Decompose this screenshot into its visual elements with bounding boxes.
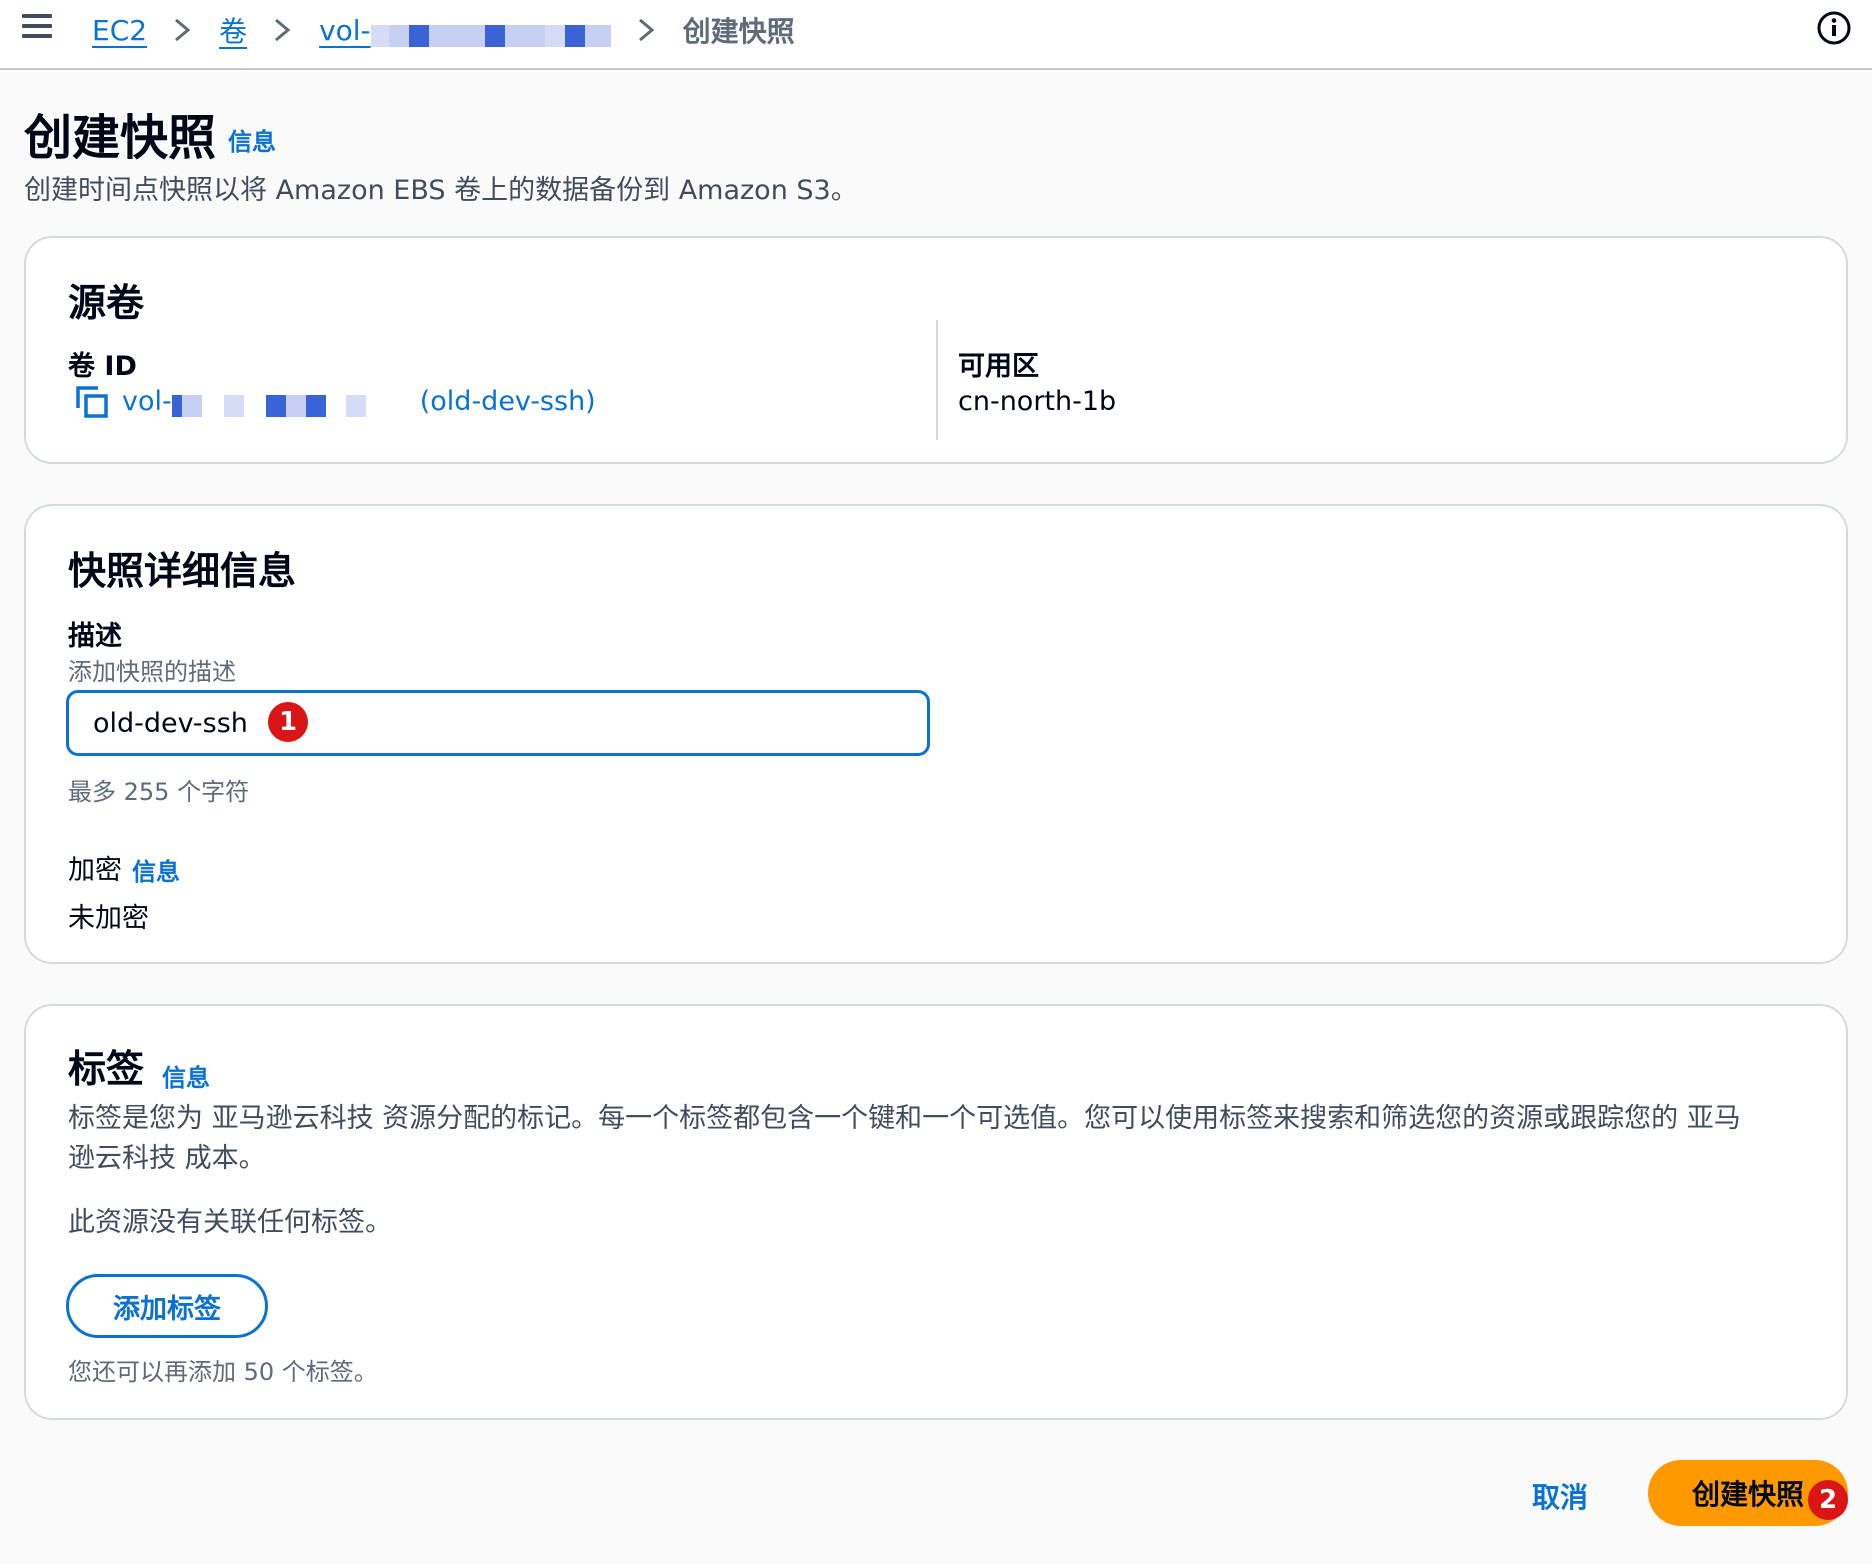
chevron-right-icon [175, 18, 191, 42]
annotation-badge-2: 2 [1808, 1480, 1848, 1520]
breadcrumb-volume-id[interactable]: vol- [319, 14, 611, 47]
page-title: 创建快照 [24, 110, 217, 166]
breadcrumb-current: 创建快照 [682, 15, 795, 48]
tags-empty-text: 此资源没有关联任何标签。 [68, 1207, 392, 1238]
add-tag-button[interactable]: 添加标签 [66, 1274, 268, 1338]
snapshot-details-title: 快照详细信息 [68, 549, 297, 593]
main-content: 创建快照 信息 创建时间点快照以将 Amazon EBS 卷上的数据备份到 Am… [0, 72, 1872, 1564]
volume-id-link[interactable]: vol- (old-dev-ssh) [122, 386, 596, 417]
cancel-button[interactable]: 取消 [1532, 1476, 1588, 1516]
source-volume-card: 源卷 卷 ID vol- (old-dev-ssh) 可用区 cn-north-… [24, 236, 1848, 464]
snapshot-details-card: 快照详细信息 描述 添加快照的描述 1 最多 255 个字符 加密 信息 未加密 [24, 504, 1848, 964]
tags-title: 标签 [68, 1047, 145, 1091]
top-navigation: EC2 卷 vol- 创建快照 [0, 0, 1872, 70]
encryption-info-link[interactable]: 信息 [132, 852, 180, 887]
description-hint: 添加快照的描述 [68, 658, 236, 686]
breadcrumb: EC2 卷 vol- 创建快照 [92, 10, 795, 50]
encryption-label: 加密 [68, 855, 122, 886]
description-input[interactable] [66, 690, 930, 756]
volume-name: (old-dev-ssh) [419, 386, 596, 417]
redacted-volume-id [370, 17, 611, 47]
breadcrumb-volume-prefix: vol- [319, 13, 371, 47]
az-label: 可用区 [958, 351, 1039, 382]
description-constraint: 最多 255 个字符 [68, 778, 250, 806]
annotation-badge-1: 1 [268, 702, 308, 742]
description-label: 描述 [68, 621, 122, 652]
volume-id-prefix: vol- [122, 386, 172, 417]
breadcrumb-ec2[interactable]: EC2 [92, 14, 147, 47]
breadcrumb-volumes[interactable]: 卷 [219, 10, 247, 50]
tags-limit-text: 您还可以再添加 50 个标签。 [68, 1358, 378, 1386]
info-circle-icon[interactable] [1816, 10, 1852, 46]
chevron-right-icon [275, 18, 291, 42]
page-description: 创建时间点快照以将 Amazon EBS 卷上的数据备份到 Amazon S3。 [24, 175, 858, 206]
volume-id-label: 卷 ID [68, 351, 137, 382]
copy-icon[interactable] [74, 384, 110, 420]
page-info-link[interactable]: 信息 [228, 122, 276, 157]
tags-description-line1: 标签是您为 亚马逊云科技 资源分配的标记。每一个标签都包含一个键和一个可选值。您… [68, 1103, 1741, 1134]
redacted-volume-id [171, 387, 406, 417]
tags-card: 标签 信息 标签是您为 亚马逊云科技 资源分配的标记。每一个标签都包含一个键和一… [24, 1004, 1848, 1420]
encryption-value: 未加密 [68, 903, 149, 934]
source-volume-title: 源卷 [68, 281, 145, 325]
chevron-right-icon [638, 18, 655, 42]
tags-info-link[interactable]: 信息 [162, 1058, 210, 1093]
tags-description-line2: 逊云科技 成本。 [68, 1143, 266, 1174]
column-divider [936, 320, 938, 440]
az-value: cn-north-1b [958, 386, 1117, 417]
menu-icon[interactable] [22, 14, 54, 40]
